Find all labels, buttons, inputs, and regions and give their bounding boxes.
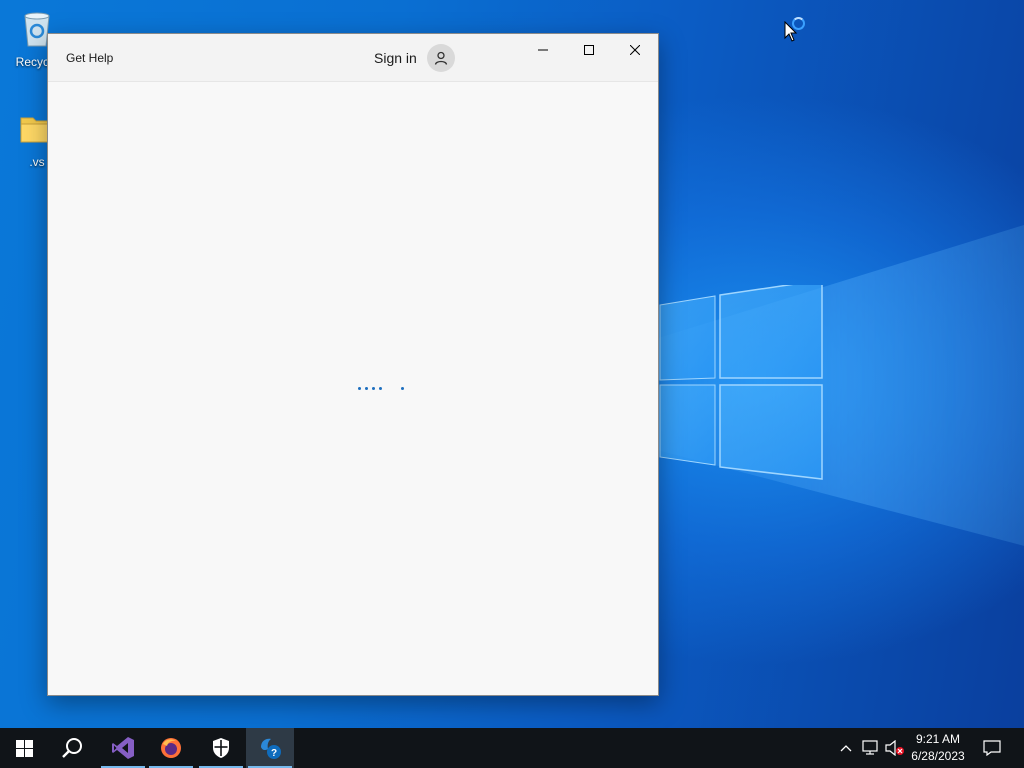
loading-dot <box>401 387 404 390</box>
loading-indicator <box>356 387 408 393</box>
sign-in-label: Sign in <box>374 50 417 66</box>
minimize-button[interactable] <box>520 34 566 66</box>
firefox-taskbar-button[interactable] <box>147 728 195 768</box>
search-icon <box>62 738 82 758</box>
sign-in-button[interactable]: Sign in <box>374 43 455 73</box>
person-icon <box>434 51 447 65</box>
loading-dot <box>379 387 382 390</box>
notification-icon <box>983 740 1001 756</box>
taskbar-clock[interactable]: 9:21 AM 6/28/2023 <box>906 731 970 765</box>
start-button[interactable] <box>0 728 48 768</box>
busy-indicator-icon <box>792 17 805 30</box>
clock-date: 6/28/2023 <box>911 749 965 763</box>
taskbar: ? 9:21 AM 6/28/2023 <box>0 728 1024 768</box>
svg-text:?: ? <box>271 748 277 759</box>
close-button[interactable] <box>612 34 658 66</box>
volume-muted-icon <box>885 740 904 756</box>
get-help-taskbar-button[interactable]: ? <box>246 728 294 768</box>
visual-studio-taskbar-button[interactable] <box>99 728 147 768</box>
shield-icon <box>213 738 229 758</box>
get-help-window: Get Help Sign in <box>47 33 659 696</box>
volume-tray-button[interactable] <box>885 738 905 758</box>
close-icon <box>630 45 640 55</box>
get-help-icon: ? <box>261 738 281 759</box>
show-hidden-icons-button[interactable] <box>836 738 856 758</box>
search-button[interactable] <box>48 728 96 768</box>
maximize-icon <box>584 45 594 55</box>
windows-start-icon <box>15 739 33 757</box>
network-icon <box>862 740 878 755</box>
avatar <box>426 44 455 72</box>
maximize-button[interactable] <box>566 34 612 66</box>
window-titlebar[interactable]: Get Help Sign in <box>48 34 658 82</box>
loading-dot <box>365 387 368 390</box>
visual-studio-icon <box>112 737 134 759</box>
windows-security-taskbar-button[interactable] <box>197 728 245 768</box>
network-tray-button[interactable] <box>861 738 881 758</box>
loading-dot <box>358 387 361 390</box>
clock-time: 9:21 AM <box>915 732 961 746</box>
firefox-icon <box>161 738 181 758</box>
loading-dot <box>372 387 375 390</box>
minimize-icon <box>538 49 548 51</box>
chevron-up-icon <box>840 745 852 752</box>
action-center-button[interactable] <box>976 728 1008 768</box>
window-title: Get Help <box>66 51 114 65</box>
